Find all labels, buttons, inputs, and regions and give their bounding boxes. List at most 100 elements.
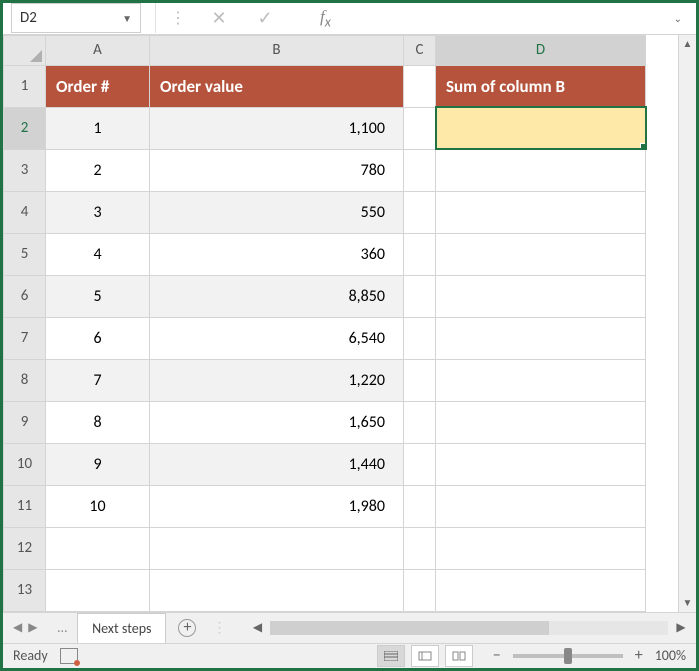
row-header-12[interactable]: 12 [4,527,46,569]
cell-A8[interactable]: 7 [46,359,150,401]
cell-A3[interactable]: 2 [46,149,150,191]
tab-prev-icon[interactable]: ◀ [13,620,22,635]
cell-D1[interactable]: Sum of column B [436,65,646,107]
cell-B9[interactable]: 1,650 [150,401,404,443]
name-box-dropdown-icon[interactable]: ▼ [122,12,132,25]
cell-B2[interactable]: 1,100 [150,107,404,149]
row-header-2[interactable]: 2 [4,107,46,149]
cell-A6[interactable]: 5 [46,275,150,317]
cell-D5[interactable] [436,233,646,275]
row-header-13[interactable]: 13 [4,569,46,611]
cell-C12[interactable] [404,527,436,569]
scroll-track[interactable] [679,53,696,594]
cell-A2[interactable]: 1 [46,107,150,149]
row-header-10[interactable]: 10 [4,443,46,485]
cell-C11[interactable] [404,485,436,527]
enter-icon[interactable]: ✓ [254,7,276,29]
cell-B6[interactable]: 8,850 [150,275,404,317]
cell-C1[interactable] [404,65,436,107]
row-header-8[interactable]: 8 [4,359,46,401]
select-all-button[interactable] [4,35,46,65]
cell-B1[interactable]: Order value [150,65,404,107]
scroll-up-icon[interactable]: ▲ [679,35,696,53]
zoom-in-button[interactable]: + [631,646,647,665]
hscroll-track[interactable] [270,621,668,635]
column-header-B[interactable]: B [150,35,404,65]
column-header-D[interactable]: D [436,35,646,65]
cell-B8[interactable]: 1,220 [150,359,404,401]
row-header-9[interactable]: 9 [4,401,46,443]
cell-C9[interactable] [404,401,436,443]
tab-next-icon[interactable]: ▶ [28,620,37,635]
row-header-7[interactable]: 7 [4,317,46,359]
cell-A7[interactable]: 6 [46,317,150,359]
cell-C2[interactable] [404,107,436,149]
worksheet-grid[interactable]: ABCD1Order #Order valueSum of column B21… [3,35,678,612]
cell-D9[interactable] [436,401,646,443]
vertical-scrollbar[interactable]: ▲ ▼ [678,35,696,612]
cell-A10[interactable]: 9 [46,443,150,485]
cell-C3[interactable] [404,149,436,191]
formula-input[interactable] [341,3,668,33]
row-header-11[interactable]: 11 [4,485,46,527]
zoom-level[interactable]: 100% [655,647,686,664]
fx-icon[interactable]: fx [320,7,331,30]
cell-A1[interactable]: Order # [46,65,150,107]
cell-D12[interactable] [436,527,646,569]
cell-C7[interactable] [404,317,436,359]
cancel-icon[interactable]: ✕ [208,7,230,29]
cell-D13[interactable] [436,569,646,611]
hscroll-left-icon[interactable]: ◀ [248,620,266,635]
row-header-5[interactable]: 5 [4,233,46,275]
row-header-4[interactable]: 4 [4,191,46,233]
zoom-slider-thumb[interactable] [564,648,572,664]
scroll-down-icon[interactable]: ▼ [679,594,696,612]
zoom-out-button[interactable]: − [489,646,505,665]
cell-D2[interactable] [436,107,646,149]
sheet-tab[interactable]: Next steps [77,613,166,643]
row-header-6[interactable]: 6 [4,275,46,317]
normal-view-button[interactable] [377,645,405,667]
new-sheet-button[interactable]: + [178,619,196,637]
hscroll-right-icon[interactable]: ▶ [672,620,690,635]
tab-more-icon[interactable]: … [47,619,77,636]
page-break-view-button[interactable] [445,645,473,667]
cell-D4[interactable] [436,191,646,233]
cell-C6[interactable] [404,275,436,317]
cell-C13[interactable] [404,569,436,611]
cell-C5[interactable] [404,233,436,275]
row-header-1[interactable]: 1 [4,65,46,107]
cell-C10[interactable] [404,443,436,485]
cell-D6[interactable] [436,275,646,317]
cell-D8[interactable] [436,359,646,401]
column-header-A[interactable]: A [46,35,150,65]
hscroll-thumb[interactable] [270,621,548,635]
cell-B4[interactable]: 550 [150,191,404,233]
cell-A11[interactable]: 10 [46,485,150,527]
row-header-3[interactable]: 3 [4,149,46,191]
cell-A12[interactable] [46,527,150,569]
cell-C4[interactable] [404,191,436,233]
cell-B10[interactable]: 1,440 [150,443,404,485]
cell-D11[interactable] [436,485,646,527]
expand-formula-bar-icon[interactable]: ⌄ [668,12,688,25]
page-layout-view-button[interactable] [411,645,439,667]
horizontal-scrollbar[interactable]: ◀ ▶ [242,620,696,635]
name-box[interactable]: D2 ▼ [11,3,141,33]
cell-B11[interactable]: 1,980 [150,485,404,527]
cell-B5[interactable]: 360 [150,233,404,275]
cell-A4[interactable]: 3 [46,191,150,233]
cell-A5[interactable]: 4 [46,233,150,275]
cell-B13[interactable] [150,569,404,611]
cell-D10[interactable] [436,443,646,485]
column-header-C[interactable]: C [404,35,436,65]
cell-A9[interactable]: 8 [46,401,150,443]
cell-B12[interactable] [150,527,404,569]
cell-D7[interactable] [436,317,646,359]
cell-B7[interactable]: 6,540 [150,317,404,359]
cell-D3[interactable] [436,149,646,191]
cell-C8[interactable] [404,359,436,401]
cell-B3[interactable]: 780 [150,149,404,191]
cell-A13[interactable] [46,569,150,611]
zoom-slider[interactable] [513,654,623,658]
